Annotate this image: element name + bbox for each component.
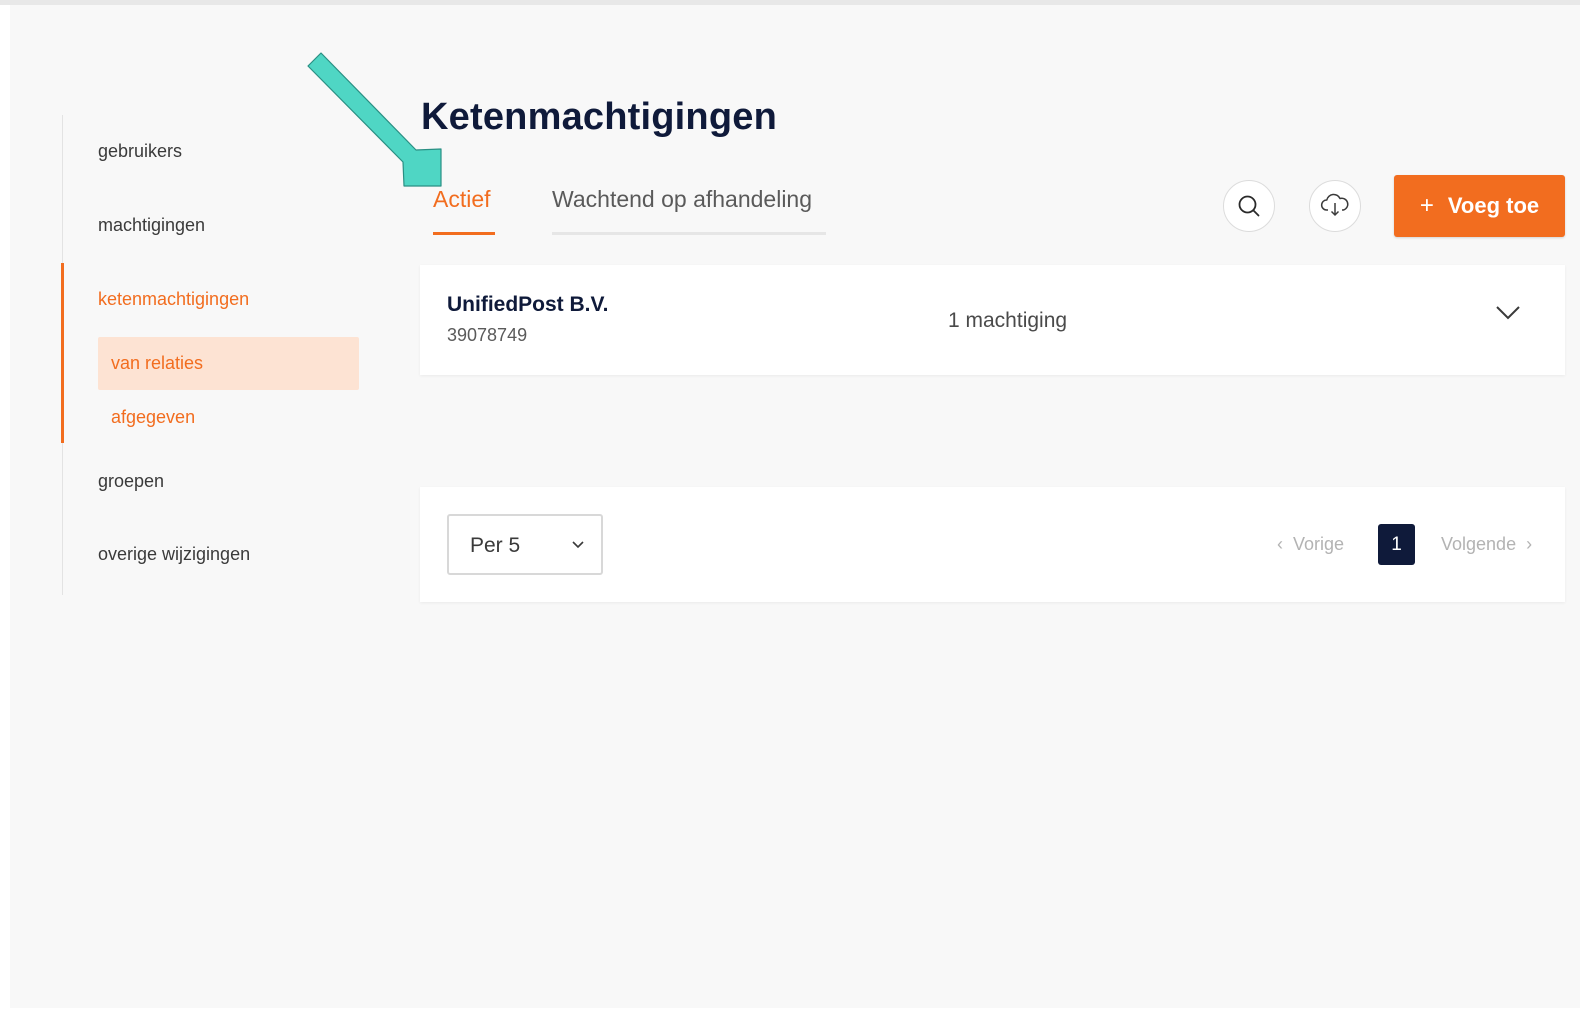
download-button[interactable] <box>1309 180 1361 232</box>
next-page-link[interactable]: Volgende › <box>1441 534 1532 555</box>
cloud-download-icon <box>1320 193 1349 217</box>
per-page-select[interactable]: Per 5 <box>447 514 603 575</box>
chevron-down-icon[interactable] <box>1494 303 1522 323</box>
pagination-bar: Per 5 ‹ Vorige 1 Volgende › <box>420 487 1565 602</box>
add-button-label: Voeg toe <box>1447 193 1540 218</box>
previous-page-link[interactable]: ‹ Vorige <box>1277 534 1344 555</box>
tab-inactive-underline <box>552 232 826 235</box>
plus-icon: + <box>1419 192 1434 219</box>
organization-name: UnifiedPost B.V. <box>447 293 609 316</box>
organization-id: 39078749 <box>447 325 528 345</box>
chevron-down-icon <box>572 541 584 549</box>
sidebar-item-overige-wijzigingen[interactable]: overige wijzigingen <box>98 544 250 565</box>
chevron-left-icon: ‹ <box>1277 534 1283 554</box>
sidebar-item-gebruikers[interactable]: gebruikers <box>98 141 182 162</box>
sidebar-subitem-afgegeven[interactable]: afgegeven <box>98 391 359 444</box>
sidebar-item-machtigingen[interactable]: machtigingen <box>98 215 205 236</box>
chevron-right-icon: › <box>1526 534 1533 554</box>
annotation-arrow-icon <box>307 52 442 187</box>
tab-wachtend-op-afhandeling[interactable]: Wachtend op afhandeling <box>552 186 812 213</box>
add-button[interactable]: + Voeg toe <box>1394 175 1565 237</box>
authorization-count: 1 machtiging <box>948 309 1068 332</box>
sidebar-item-ketenmachtigingen[interactable]: ketenmachtigingen <box>98 289 249 310</box>
page-number-current[interactable]: 1 <box>1378 524 1415 565</box>
search-button[interactable] <box>1223 180 1275 232</box>
previous-page-label: Vorige <box>1293 534 1345 554</box>
sidebar-item-groepen[interactable]: groepen <box>98 471 164 492</box>
next-page-label: Volgende <box>1441 534 1517 554</box>
tab-active-underline <box>433 232 495 235</box>
sidebar-subitem-van-relaties[interactable]: van relaties <box>98 337 359 390</box>
list-item[interactable]: UnifiedPost B.V. 39078749 1 machtiging <box>420 265 1565 375</box>
sidebar-active-indicator <box>61 263 64 443</box>
page-title: Ketenmachtigingen <box>421 96 777 138</box>
per-page-value: Per 5 <box>470 534 521 557</box>
search-icon <box>1238 195 1260 217</box>
